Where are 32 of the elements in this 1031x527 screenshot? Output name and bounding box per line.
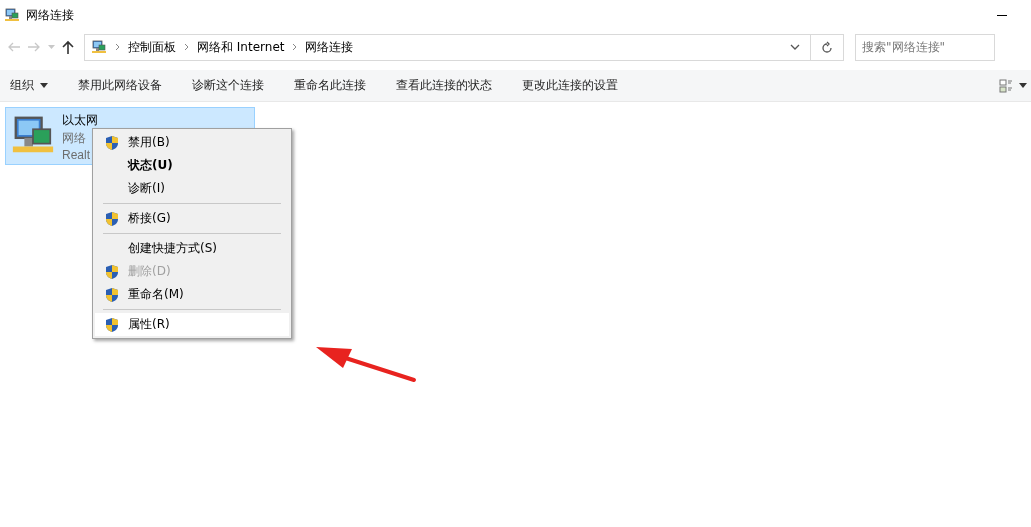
breadcrumb-item[interactable]: 网络连接 bbox=[305, 38, 354, 56]
toolbar-button[interactable]: 查看此连接的状态 bbox=[396, 70, 507, 101]
window-title: 网络连接 bbox=[26, 6, 74, 24]
up-arrow-icon[interactable] bbox=[62, 40, 74, 54]
connection-name: 以太网 bbox=[62, 112, 98, 129]
menu-item[interactable]: 重命名(M) bbox=[95, 283, 289, 306]
address-bar[interactable]: 控制面板 网络和 Internet 网络连接 bbox=[84, 33, 844, 61]
caret-icon bbox=[40, 83, 48, 88]
dropdown-caret-icon[interactable] bbox=[790, 44, 800, 50]
breadcrumb-item[interactable]: 控制面板 bbox=[128, 38, 176, 56]
menu-item[interactable]: 桥接(G) bbox=[95, 207, 289, 230]
refresh-icon[interactable] bbox=[821, 40, 833, 54]
connection-status: 网络 bbox=[62, 130, 87, 147]
chevron-icon bbox=[184, 43, 189, 51]
breadcrumb-item[interactable]: 网络和 Internet bbox=[197, 38, 285, 56]
chevron-icon bbox=[115, 43, 120, 51]
connection-device: Realt bbox=[62, 148, 91, 162]
menu-item[interactable]: 创建快捷方式(S) bbox=[95, 237, 289, 260]
toolbar-button[interactable]: 更改此连接的设置 bbox=[522, 70, 633, 101]
minimize-icon[interactable] bbox=[997, 14, 1007, 16]
chevron-icon bbox=[292, 43, 298, 51]
toolbar-button[interactable]: 重命名此连接 bbox=[294, 70, 381, 101]
toolbar-button[interactable]: 组织 bbox=[10, 70, 63, 101]
menu-item[interactable]: 诊断(I) bbox=[95, 177, 289, 200]
network-computer-icon bbox=[4, 7, 20, 23]
menu-item[interactable]: 属性(R) bbox=[95, 313, 289, 336]
toolbar-button[interactable]: 禁用此网络设备 bbox=[78, 70, 177, 101]
toolbar-button[interactable]: 诊断这个连接 bbox=[192, 70, 279, 101]
caret-icon[interactable] bbox=[1019, 83, 1027, 88]
search-field[interactable]: 搜索"网络连接" bbox=[855, 33, 995, 61]
network-computer-icon bbox=[91, 39, 107, 55]
view-options-icon[interactable] bbox=[999, 78, 1013, 93]
